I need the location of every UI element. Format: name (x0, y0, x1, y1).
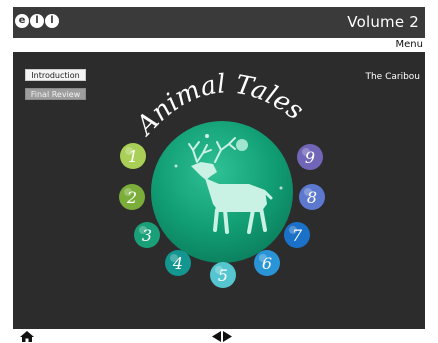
unit-button-8[interactable]: 8 (299, 184, 325, 210)
home-icon[interactable] (20, 331, 34, 342)
menu-button[interactable]: Menu (396, 38, 423, 52)
globe-highlight (236, 139, 248, 151)
unit-button-5[interactable]: 5 (210, 262, 236, 288)
app-frame: e l l Volume 2 Menu Introduction Final R… (13, 7, 425, 329)
footer-bar (0, 329, 438, 343)
unit-button-3[interactable]: 3 (134, 222, 160, 248)
top-bar: e l l Volume 2 (13, 7, 425, 38)
prev-arrow-icon[interactable] (212, 331, 221, 342)
unit-number: 4 (172, 254, 183, 273)
logo-letter: l (45, 14, 59, 28)
unit-number: 3 (142, 226, 152, 245)
next-arrow-icon[interactable] (223, 331, 232, 342)
volume-title: Volume 2 (347, 13, 419, 31)
globe-sparkle (174, 164, 178, 168)
unit-button-4[interactable]: 4 (165, 250, 191, 276)
unit-number: 8 (307, 188, 317, 207)
unit-number: 2 (126, 188, 137, 207)
logo-letter: e (15, 14, 29, 28)
globe-sparkle (279, 186, 283, 190)
main-stage: Introduction Final Review The Caribou An… (13, 52, 425, 329)
globe-sparkle (205, 134, 209, 138)
unit-button-1[interactable]: 1 (120, 143, 146, 169)
page-nav (212, 331, 232, 342)
unit-button-2[interactable]: 2 (119, 184, 145, 210)
unit-number: 5 (218, 266, 228, 285)
unit-number: 7 (292, 226, 303, 245)
ell-logo: e l l (15, 14, 59, 30)
unit-button-6[interactable]: 6 (254, 250, 280, 276)
unit-number: 9 (305, 148, 315, 167)
unit-number: 1 (128, 147, 138, 166)
animal-tales-art: Animal Tales 1 2 3 4 5 6 7 8 9 (119, 69, 325, 288)
unit-number: 6 (262, 254, 272, 273)
logo-letter: l (30, 14, 44, 28)
unit-button-7[interactable]: 7 (284, 222, 310, 248)
unit-button-9[interactable]: 9 (297, 144, 323, 170)
menu-bar: Menu (13, 38, 425, 52)
